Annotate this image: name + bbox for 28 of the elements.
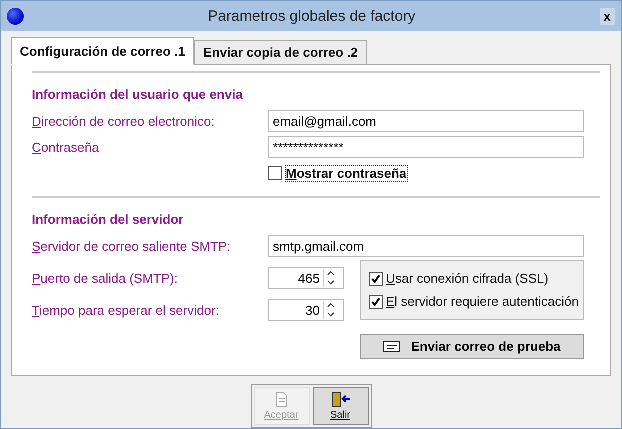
keyboard-icon: [383, 340, 402, 352]
checkbox[interactable]: [369, 272, 383, 286]
window-title: Parametros globales de factory: [207, 8, 417, 24]
field-label: Servidor de correo saliente SMTP:: [32, 238, 232, 254]
server-field[interactable]: smtp.gmail.com: [268, 235, 584, 257]
exit-door-icon: [330, 392, 350, 408]
spin-field[interactable]: 30: [268, 299, 344, 321]
checkbox-label: El servidor requiere autenticación: [386, 294, 579, 309]
field-label: Contraseña: [32, 140, 100, 154]
password-field[interactable]: **************: [268, 136, 584, 158]
field-label: Puerto de salida (SMTP):: [32, 270, 179, 286]
exit-button[interactable]: Salir: [312, 387, 368, 425]
email-field[interactable]: email@gmail.com: [268, 110, 584, 132]
tab[interactable]: Enviar copia de correo .2: [194, 40, 368, 65]
checkbox[interactable]: [268, 166, 282, 180]
field-label: Dirección de correo electronico:: [32, 114, 216, 128]
checkbox-label: Mostrar contraseña: [285, 164, 408, 182]
tab[interactable]: Configuración de correo .1: [11, 37, 194, 65]
close-button[interactable]: x: [600, 8, 615, 24]
document-icon: [274, 392, 288, 408]
spin-field[interactable]: 465: [268, 267, 344, 289]
app-icon: [7, 8, 24, 24]
send-test-button[interactable]: Enviar correo de prueba: [360, 334, 584, 359]
section-heading: Información del usuario que envia: [32, 87, 244, 102]
checkbox[interactable]: [369, 294, 383, 308]
section-heading: Información del servidor: [32, 212, 185, 227]
field-label: Tiempo para esperar el servidor:: [32, 302, 220, 318]
checkbox-label: Usar conexión cifrada (SSL): [386, 271, 549, 286]
